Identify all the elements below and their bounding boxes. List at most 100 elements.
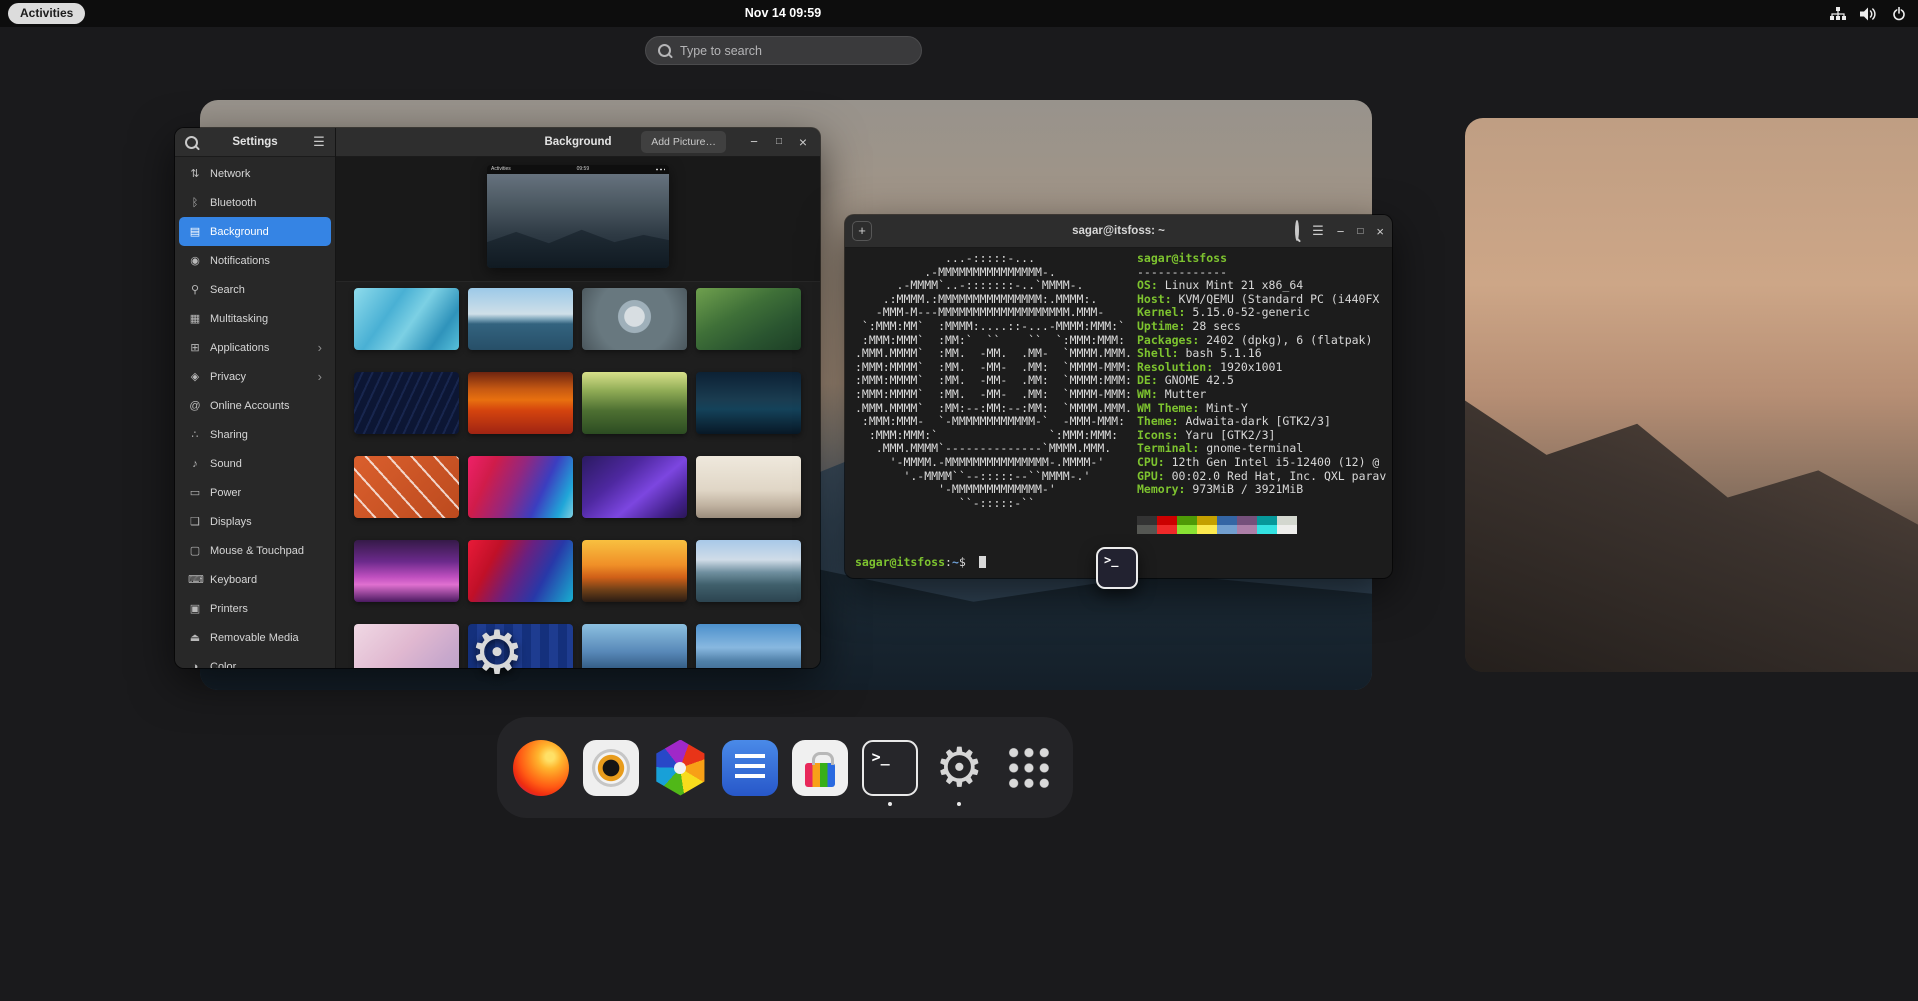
sidebar-item-power[interactable]: ▭Power (179, 478, 331, 507)
wallpaper-thumb-magenta-fluid[interactable] (468, 456, 573, 518)
mouse-icon: ▢ (188, 544, 202, 557)
wallpaper-thumb-geo-triangles[interactable] (354, 288, 459, 350)
settings-menu-button[interactable]: ☰ (310, 133, 328, 151)
sidebar-item-color[interactable]: ◑Color (179, 652, 331, 668)
preview-top-bar: Activities 09:59 (487, 165, 669, 174)
dock-item-software-store[interactable] (790, 726, 850, 810)
terminal-menu-button[interactable]: ☰ (1312, 223, 1324, 239)
settings-window[interactable]: Settings ☰ ⇅NetworkᛒBluetooth▤Background… (175, 128, 820, 668)
dock-item-firefox[interactable] (511, 726, 571, 810)
sidebar-item-search[interactable]: ⚲Search (179, 275, 331, 304)
sidebar-item-applications[interactable]: ⊞Applications› (179, 333, 331, 362)
sidebar-item-label: Network (210, 168, 322, 180)
search-bar[interactable]: Type to search (645, 36, 922, 65)
minimize-button[interactable]: − (742, 128, 766, 156)
sidebar-item-label: Search (210, 284, 322, 296)
workspace-thumbnail-next[interactable] (1465, 118, 1918, 672)
neofetch-info-line: Host: KVM/QEMU (Standard PC (i440FX (1137, 293, 1386, 307)
dock-item-color-pinwheel[interactable] (651, 726, 711, 810)
sidebar-item-multitasking[interactable]: ▦Multitasking (179, 304, 331, 333)
palette-swatch (1237, 525, 1257, 534)
printer-icon: ▣ (188, 602, 202, 615)
terminal-icon: >_ (862, 740, 918, 796)
sidebar-item-displays[interactable]: ❑ Displays (179, 507, 331, 536)
sidebar-item-network[interactable]: ⇅Network (179, 159, 331, 188)
terminal-header-bar: + sagar@itsfoss: ~ ☰ − □ × (845, 215, 1392, 248)
neofetch-info-line: Resolution: 1920x1001 (1137, 361, 1386, 375)
software-store-icon (792, 740, 848, 796)
wallpaper-thumb-forest-road-aerial[interactable] (696, 288, 801, 350)
wallpaper-thumb-mountain-road[interactable] (696, 540, 801, 602)
wallpaper-thumb-sunset-palms[interactable] (582, 540, 687, 602)
palette-swatch (1137, 525, 1157, 534)
palette-swatch (1277, 525, 1297, 534)
background-panel: Activities 09:59 (336, 157, 820, 668)
dock-item-terminal[interactable]: >_ (860, 726, 920, 810)
volume-icon[interactable] (1860, 7, 1878, 21)
display-icon: ❑ (188, 515, 202, 528)
wallpaper-thumb-orange-lava[interactable] (468, 372, 573, 434)
sidebar-item-keyboard[interactable]: ⌨Keyboard (179, 565, 331, 594)
terminal-title: sagar@itsfoss: ~ (1072, 215, 1165, 247)
sidebar-item-label: Background (210, 226, 322, 238)
sidebar-item-label: Applications (210, 342, 310, 354)
sidebar-item-notifications[interactable]: ◉Notifications (179, 246, 331, 275)
add-picture-button[interactable]: Add Picture… (641, 131, 726, 153)
sidebar-item-label: Multitasking (210, 313, 322, 325)
terminal-maximize-button[interactable]: □ (1357, 226, 1363, 237)
wallpaper-thumb-starry-tree[interactable] (696, 372, 801, 434)
new-tab-button[interactable]: + (852, 221, 872, 241)
palette-swatch (1277, 516, 1297, 525)
show-applications-button[interactable] (999, 726, 1059, 810)
chevron-right-icon: › (318, 369, 322, 384)
wallpaper-thumb-beach-horizon[interactable] (468, 288, 573, 350)
privacy-icon: ◈ (188, 370, 202, 383)
wallpaper-thumb-violet-waves[interactable] (582, 456, 687, 518)
sidebar-item-printers[interactable]: ▣Printers (179, 594, 331, 623)
sidebar-item-sharing[interactable]: ∴Sharing (179, 420, 331, 449)
wallpaper-thumb-navy-lines[interactable] (354, 372, 459, 434)
sidebar-item-removable-media[interactable]: ⏏Removable Media (179, 623, 331, 652)
background-icon: ▤ (188, 225, 202, 238)
settings-search-button[interactable] (182, 133, 200, 151)
clock[interactable]: Nov 14 09:59 (745, 0, 821, 27)
sidebar-item-label: Keyboard (210, 574, 322, 586)
wallpaper-thumb-bright-interior[interactable] (696, 456, 801, 518)
wallpaper-thumb-clay-lines[interactable] (354, 456, 459, 518)
sidebar-item-label: Displays (210, 516, 322, 528)
wallpaper-thumb-cloudy-sea[interactable] (696, 624, 801, 668)
neofetch-info-line: Theme: Adwaita-dark [GTK2/3] (1137, 415, 1386, 429)
system-status-area[interactable] (1830, 0, 1906, 27)
dock-item-documents[interactable] (720, 726, 780, 810)
sidebar-item-background[interactable]: ▤ Background (179, 217, 331, 246)
terminal-content[interactable]: ...-:::::-... .-MMMMMMMMMMMMMMM-. .-MMMM… (845, 248, 1392, 578)
terminal-window[interactable]: + sagar@itsfoss: ~ ☰ − □ × ...-:::::-...… (845, 215, 1392, 578)
power-icon[interactable] (1892, 7, 1906, 21)
wallpaper-thumb-purple-supertrees[interactable] (354, 540, 459, 602)
wallpaper-thumb-red-blue-swirl[interactable] (468, 540, 573, 602)
terminal-search-button[interactable] (1295, 222, 1299, 240)
sidebar-item-bluetooth[interactable]: ᛒBluetooth (179, 188, 331, 217)
dock-item-settings[interactable]: ⚙ (930, 726, 990, 810)
wallpaper-thumb-glass-sphere[interactable] (582, 288, 687, 350)
sidebar-item-mouse-touchpad[interactable]: ▢Mouse & Touchpad (179, 536, 331, 565)
terminal-close-button[interactable]: × (1376, 224, 1384, 239)
neofetch-info-line: Uptime: 28 secs (1137, 320, 1386, 334)
network-icon[interactable] (1830, 7, 1846, 21)
wallpaper-thumb-forest-path[interactable] (582, 372, 687, 434)
sidebar-item-sound[interactable]: ♪Sound (179, 449, 331, 478)
sidebar-item-privacy[interactable]: ◈Privacy› (179, 362, 331, 391)
sidebar-item-label: Bluetooth (210, 197, 322, 209)
sidebar-item-label: Online Accounts (210, 400, 322, 412)
wallpaper-thumb-blue-mountains[interactable] (582, 624, 687, 668)
terminal-minimize-button[interactable]: − (1337, 224, 1345, 239)
wallpaper-thumb-soft-pink[interactable] (354, 624, 459, 668)
sidebar-item-online-accounts[interactable]: @Online Accounts (179, 391, 331, 420)
activities-button[interactable]: Activities (8, 3, 85, 24)
close-button[interactable]: × (791, 128, 815, 156)
maximize-button[interactable]: □ (767, 128, 791, 156)
wallpaper-mountain (1465, 284, 1918, 672)
neofetch-info-line: Terminal: gnome-terminal (1137, 442, 1386, 456)
neofetch-info-line: WM: Mutter (1137, 388, 1386, 402)
dock-item-music-player[interactable] (581, 726, 641, 810)
